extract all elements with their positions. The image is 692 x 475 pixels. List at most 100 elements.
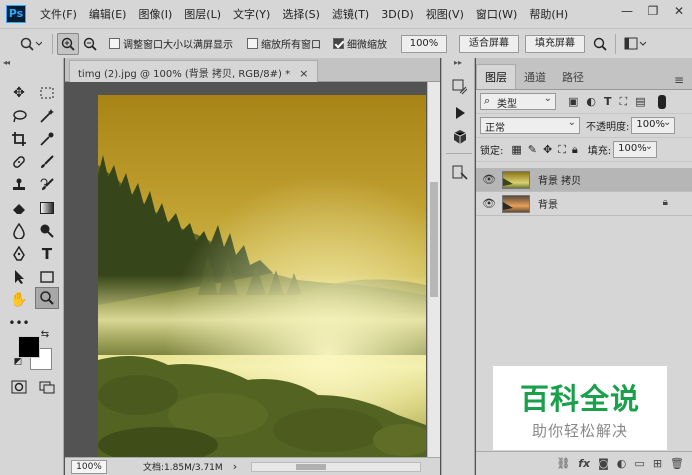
tab-paths[interactable]: 路径 — [554, 65, 592, 89]
menu-image[interactable]: 图像(I) — [132, 6, 178, 22]
opacity-value: 100% — [636, 119, 665, 130]
menu-edit[interactable]: 编辑(E) — [83, 6, 133, 22]
swap-colors-icon[interactable]: ⇆ — [38, 328, 52, 340]
fit-screen-button[interactable]: 适合屏幕 — [459, 34, 519, 53]
layer-row-background-copy[interactable]: 👁︎ 背景 拷贝 — [476, 168, 692, 192]
blend-mode-select[interactable]: 正常 — [480, 117, 580, 134]
panel-menu-icon[interactable]: ≡ — [674, 73, 684, 87]
zoom-tool-preset-icon[interactable] — [14, 33, 48, 55]
close-button[interactable]: ✕ — [670, 4, 688, 18]
lasso-tool-icon[interactable] — [7, 105, 31, 127]
actions-play-icon[interactable] — [449, 102, 471, 124]
gradient-tool-icon[interactable] — [35, 197, 59, 219]
eyedropper-tool-icon[interactable] — [35, 128, 59, 150]
adjust-panel-icon[interactable] — [449, 162, 471, 184]
brush-tool-icon[interactable] — [35, 151, 59, 173]
more-tools-icon[interactable]: ••• — [7, 312, 31, 334]
healing-brush-tool-icon[interactable] — [7, 151, 31, 173]
menu-3d[interactable]: 3D(D) — [375, 8, 420, 21]
lock-transparent-icon[interactable]: ▦ — [511, 143, 521, 156]
rectangle-tool-icon[interactable] — [35, 266, 59, 288]
vertical-scroll-thumb[interactable] — [430, 182, 438, 297]
filter-shape-icon[interactable]: ⛶ — [620, 95, 628, 109]
canvas-area[interactable] — [65, 82, 427, 457]
close-tab-icon[interactable]: × — [299, 67, 308, 80]
foreground-color-swatch[interactable] — [18, 336, 40, 358]
opacity-field[interactable]: 100% — [631, 117, 676, 134]
blur-tool-icon[interactable] — [7, 220, 31, 242]
filter-kind-select[interactable]: 类型 — [480, 93, 556, 110]
filter-adjustment-icon[interactable]: ◐ — [586, 95, 596, 108]
status-zoom-field[interactable]: 100% — [71, 459, 107, 474]
document-tab[interactable]: timg (2).jpg @ 100% (背景 拷贝, RGB/8#) * × — [69, 60, 318, 82]
workspace-icon[interactable] — [620, 33, 650, 55]
lock-position-icon[interactable]: ✥ — [543, 143, 552, 156]
quick-mask-icon[interactable] — [7, 376, 31, 398]
visibility-eye-icon[interactable]: 👁︎ — [476, 173, 502, 186]
fill-label: 填充: — [587, 146, 612, 157]
marquee-tool-icon[interactable] — [35, 82, 59, 104]
toolbox-grip[interactable]: ◂◂ — [0, 58, 63, 72]
link-layers-icon[interactable]: ⛓ — [556, 457, 570, 470]
menu-window[interactable]: 窗口(W) — [470, 6, 523, 22]
magic-wand-tool-icon[interactable] — [35, 105, 59, 127]
zoom-in-icon[interactable] — [57, 32, 79, 55]
dock-grip[interactable]: ▸▸ — [442, 58, 474, 72]
lock-all-icon[interactable]: 🔒︎ — [572, 143, 578, 157]
clone-stamp-tool-icon[interactable] — [7, 174, 31, 196]
adjustment-layer-icon[interactable]: ◐ — [617, 457, 627, 470]
filter-smart-object-icon[interactable]: ▤ — [635, 95, 645, 108]
status-menu-arrow[interactable]: › — [233, 460, 237, 473]
menu-select[interactable]: 选择(S) — [276, 6, 326, 22]
search-icon[interactable] — [589, 33, 611, 55]
menu-layer[interactable]: 图层(L) — [178, 6, 227, 22]
lock-artboard-icon[interactable]: ⛶ — [558, 143, 566, 157]
layer-row-background[interactable]: 👁︎ 背景 🔒︎ — [476, 192, 692, 216]
zoom-tool-icon[interactable] — [35, 287, 59, 309]
delete-layer-icon[interactable]: 🗑︎ — [670, 457, 684, 470]
filter-type-icon[interactable]: T — [604, 95, 612, 108]
filter-pixel-icon[interactable]: ▣ — [568, 95, 578, 108]
menu-view[interactable]: 视图(V) — [420, 6, 470, 22]
menu-filter[interactable]: 滤镜(T) — [326, 6, 375, 22]
hand-tool-icon[interactable]: ✋ — [7, 289, 31, 311]
lock-pixels-brush-icon[interactable]: ✎ — [528, 143, 537, 156]
tab-channels[interactable]: 通道 — [516, 65, 554, 89]
add-mask-icon[interactable]: ◙ — [598, 457, 609, 470]
watermark-subtitle: 助你轻松解决 — [531, 422, 628, 440]
dodge-tool-icon[interactable] — [35, 220, 59, 242]
horizontal-scrollbar[interactable] — [251, 461, 422, 472]
3d-panel-icon[interactable] — [449, 126, 471, 148]
new-group-icon[interactable]: ▭ — [634, 457, 644, 470]
filter-toggle-icon[interactable] — [657, 94, 666, 109]
layer-style-fx-icon[interactable]: fx — [578, 457, 590, 470]
path-selection-tool-icon[interactable] — [7, 266, 31, 288]
menu-type[interactable]: 文字(Y) — [227, 6, 276, 22]
vertical-scrollbar[interactable] — [427, 82, 440, 457]
history-brush-tool-icon[interactable] — [35, 174, 59, 196]
zoom-all-windows-checkbox[interactable] — [247, 38, 258, 49]
zoom-value-field[interactable]: 100% — [401, 34, 447, 53]
minimize-button[interactable]: — — [618, 4, 636, 18]
move-tool-icon[interactable]: ✥ — [7, 82, 31, 104]
new-layer-icon[interactable]: ⊞ — [653, 457, 662, 470]
visibility-eye-icon[interactable]: 👁︎ — [476, 197, 502, 210]
resize-windows-checkbox[interactable] — [109, 38, 120, 49]
menu-file[interactable]: 文件(F) — [34, 6, 83, 22]
tab-layers[interactable]: 图层 — [476, 64, 516, 89]
pen-tool-icon[interactable] — [7, 243, 31, 265]
eraser-tool-icon[interactable] — [7, 197, 31, 219]
fill-field[interactable]: 100% — [613, 141, 658, 158]
fill-screen-button[interactable]: 填充屏幕 — [525, 34, 585, 53]
zoom-out-icon[interactable] — [79, 33, 101, 55]
scrubby-zoom-checkbox[interactable] — [333, 38, 344, 49]
type-tool-icon[interactable]: T — [35, 243, 59, 265]
restore-button[interactable]: ❐ — [644, 4, 662, 18]
history-panel-icon[interactable] — [449, 76, 471, 98]
screen-mode-icon[interactable] — [35, 376, 59, 398]
horizontal-scroll-thumb[interactable] — [296, 463, 327, 470]
menu-help[interactable]: 帮助(H) — [523, 6, 574, 22]
crop-tool-icon[interactable] — [7, 128, 31, 150]
document-image[interactable] — [98, 95, 426, 457]
fill-value: 100% — [618, 143, 647, 154]
